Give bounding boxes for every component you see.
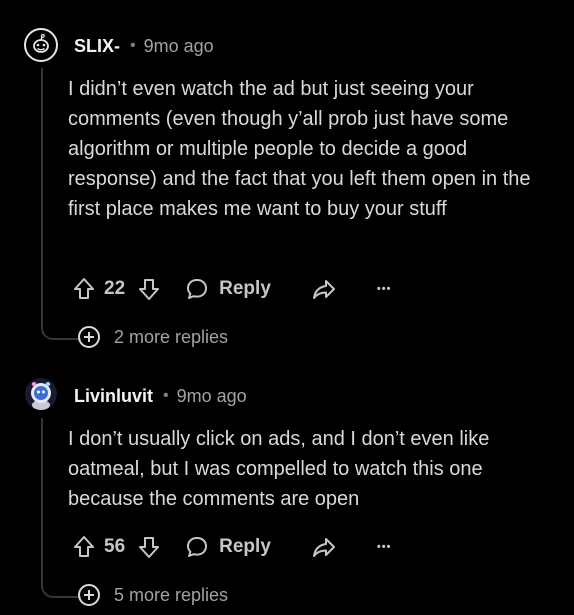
comment-header: Livinluvit • 9mo ago (74, 381, 247, 411)
share-icon[interactable] (311, 535, 337, 559)
timestamp: 9mo ago (176, 385, 247, 406)
comment-actions: 56 Reply ••• (70, 530, 391, 564)
reply-button[interactable]: Reply (185, 535, 271, 559)
plus-circle-icon (78, 584, 100, 606)
username[interactable]: Livinluvit (74, 386, 153, 407)
snoo-astronaut-avatar-icon (24, 377, 58, 411)
separator-dot: • (163, 387, 169, 404)
downvote-icon[interactable] (135, 535, 163, 559)
comment-livinluvit: Livinluvit • 9mo ago I don’t usually cli… (0, 0, 574, 615)
user-avatar[interactable] (24, 377, 58, 411)
more-replies-button[interactable]: 5 more replies (78, 584, 228, 606)
more-replies-label: 5 more replies (114, 584, 229, 605)
reply-label: Reply (219, 536, 271, 557)
more-options-icon[interactable]: ••• (377, 541, 392, 553)
vote-count: 56 (104, 536, 126, 557)
thread-line[interactable] (41, 418, 43, 576)
speech-bubble-icon (185, 535, 209, 559)
comment-body: I don’t usually click on ads, and I don’… (68, 428, 490, 510)
thread-elbow (41, 574, 81, 598)
upvote-icon[interactable] (70, 535, 98, 559)
